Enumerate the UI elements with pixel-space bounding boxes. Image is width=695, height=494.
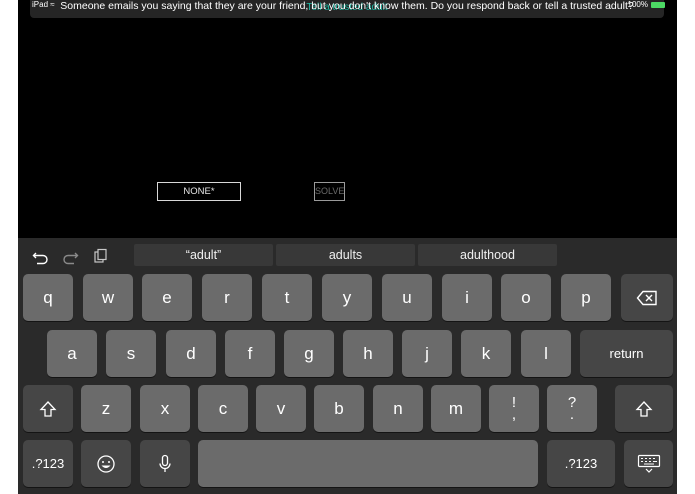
shift-key-right[interactable] [615, 385, 673, 432]
backspace-key[interactable] [621, 274, 673, 321]
key-x[interactable]: x [140, 385, 190, 432]
app-screen: Tell a trusted adult Someone emails you … [18, 0, 677, 494]
key-exclaim-comma[interactable]: ! , [489, 385, 539, 432]
key-s[interactable]: s [106, 330, 156, 377]
key-b[interactable]: b [314, 385, 364, 432]
key-p[interactable]: p [561, 274, 611, 321]
status-carrier: iPad ≈ [32, 0, 55, 10]
key-u[interactable]: u [382, 274, 432, 321]
answer-none-button[interactable]: NONE* [157, 182, 241, 201]
key-m[interactable]: m [431, 385, 481, 432]
key-z[interactable]: z [81, 385, 131, 432]
battery-icon [651, 2, 665, 8]
status-battery: 100% [628, 0, 665, 10]
hide-keyboard-key[interactable] [624, 440, 673, 487]
key-f[interactable]: f [225, 330, 275, 377]
key-period-label: . [569, 405, 575, 423]
question-banner: Tell a trusted adult Someone emails you … [30, 0, 664, 18]
key-o[interactable]: o [501, 274, 551, 321]
key-g[interactable]: g [284, 330, 334, 377]
key-comma-label: , [511, 405, 517, 423]
shift-icon [39, 400, 57, 417]
suggestion-3[interactable]: adulthood [418, 244, 557, 266]
key-i[interactable]: i [442, 274, 492, 321]
key-l[interactable]: l [521, 330, 571, 377]
suggestion-1[interactable]: “adult” [134, 244, 273, 266]
status-bar: Tell a trusted adult Someone emails you … [18, 0, 677, 18]
key-y[interactable]: y [322, 274, 372, 321]
numbers-key-left[interactable]: .?123 [23, 440, 73, 487]
key-c[interactable]: c [198, 385, 248, 432]
numbers-key-right[interactable]: .?123 [547, 440, 615, 487]
hide-keyboard-icon [637, 454, 660, 473]
suggestion-bar: “adult” adults adulthood [18, 238, 677, 270]
key-k[interactable]: k [461, 330, 511, 377]
key-r[interactable]: r [202, 274, 252, 321]
shift-key-left[interactable] [23, 385, 73, 432]
suggestion-2[interactable]: adults [276, 244, 415, 266]
key-t[interactable]: t [262, 274, 312, 321]
microphone-icon [159, 454, 171, 472]
key-j[interactable]: j [402, 330, 452, 377]
key-n[interactable]: n [373, 385, 423, 432]
redo-icon[interactable] [61, 247, 79, 265]
undo-icon[interactable] [32, 247, 50, 265]
backspace-icon [636, 290, 657, 305]
key-w[interactable]: w [83, 274, 133, 321]
key-a[interactable]: a [47, 330, 97, 377]
onscreen-keyboard: “adult” adults adulthood q w e r t y u i… [18, 238, 677, 494]
space-key[interactable] [198, 440, 538, 487]
key-question-period[interactable]: ? . [547, 385, 597, 432]
solve-button[interactable]: SOLVE [314, 182, 345, 201]
emoji-key[interactable] [81, 440, 131, 487]
key-v[interactable]: v [256, 385, 306, 432]
key-e[interactable]: e [142, 274, 192, 321]
emoji-icon [97, 454, 115, 473]
battery-percent: 100% [627, 0, 648, 9]
key-h[interactable]: h [343, 330, 393, 377]
shift-icon [635, 400, 653, 417]
carrier-label: iPad [32, 0, 49, 9]
return-key[interactable]: return [580, 330, 673, 377]
wifi-icon: ≈ [50, 0, 55, 9]
paste-icon[interactable] [91, 247, 109, 265]
question-text: Someone emails you saying that they are … [60, 0, 634, 12]
key-q[interactable]: q [23, 274, 73, 321]
dictation-key[interactable] [140, 440, 190, 487]
key-d[interactable]: d [166, 330, 216, 377]
